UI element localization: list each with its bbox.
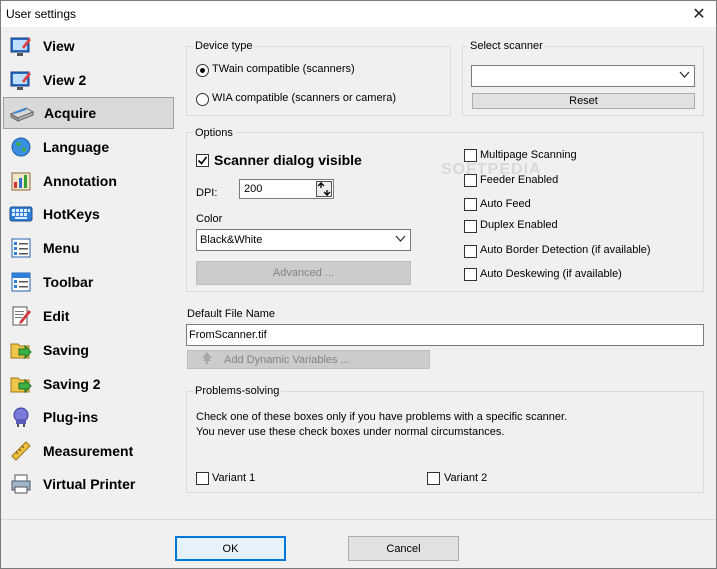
annotation-icon [9, 169, 33, 193]
advanced-button[interactable]: Advanced ... [196, 261, 411, 285]
sidebar-item-label: Toolbar [43, 274, 94, 290]
toolbar-icon [9, 270, 33, 294]
wia-radio[interactable] [196, 93, 209, 106]
tree-icon [200, 351, 214, 368]
sidebar-item-label: View 2 [43, 72, 87, 88]
variant-2-label: Variant 2 [444, 472, 488, 484]
sidebar-item-edit[interactable]: Edit [3, 300, 174, 332]
sidebar: View View 2 Acquire Language Annotation [1, 27, 176, 519]
check-icon [197, 156, 208, 165]
feeder-enabled-label: Feeder Enabled [480, 174, 559, 186]
sidebar-item-menu[interactable]: Menu [3, 232, 174, 264]
chevron-down-icon [395, 233, 406, 247]
dpi-stepper[interactable]: 200 [239, 179, 334, 199]
cancel-button[interactable]: Cancel [348, 536, 459, 561]
sidebar-item-label: Plug-ins [43, 409, 99, 425]
file-name-value: FromScanner.tif [189, 329, 267, 341]
scanner-dialog-checkbox[interactable] [196, 154, 209, 167]
color-label: Color [196, 213, 223, 225]
variant-1-checkbox[interactable] [196, 472, 209, 485]
sidebar-item-view-2[interactable]: View 2 [3, 64, 174, 96]
globe-icon [9, 135, 33, 159]
spin-arrows-icon[interactable] [316, 181, 332, 197]
feeder-enabled-checkbox[interactable] [464, 174, 477, 187]
chevron-down-icon [679, 69, 690, 83]
sidebar-item-label: Saving [43, 342, 89, 358]
sidebar-item-virtual-printer[interactable]: Virtual Printer [3, 468, 174, 500]
sidebar-item-view[interactable]: View [3, 30, 174, 62]
wia-label: WIA compatible (scanners or camera) [212, 92, 397, 104]
sidebar-item-annotation[interactable]: Annotation [3, 165, 174, 197]
add-dynamic-variables-button[interactable]: Add Dynamic Variables ... [187, 350, 430, 369]
printer-icon [9, 472, 33, 496]
variant-2-checkbox[interactable] [427, 472, 440, 485]
variant-1-label: Variant 1 [212, 472, 256, 484]
ok-button[interactable]: OK [175, 536, 286, 561]
sidebar-item-toolbar[interactable]: Toolbar [3, 266, 174, 298]
auto-border-checkbox[interactable] [464, 245, 477, 258]
sidebar-item-language[interactable]: Language [3, 131, 174, 163]
close-icon[interactable]: ✕ [682, 1, 716, 27]
auto-feed-checkbox[interactable] [464, 198, 477, 211]
monitor-pencil-icon [9, 68, 33, 92]
scanner-dialog-label: Scanner dialog visible [214, 152, 362, 168]
menu-list-icon [9, 236, 33, 260]
sidebar-item-saving[interactable]: Saving [3, 334, 174, 366]
dialog-footer: OK Cancel [1, 519, 716, 568]
problems-line-2: You never use these check boxes under no… [196, 426, 505, 438]
user-settings-window: User settings ✕ View View 2 Acquire Lang… [0, 0, 717, 569]
sidebar-item-label: Saving 2 [43, 376, 101, 392]
duplex-enabled-checkbox[interactable] [464, 220, 477, 233]
sidebar-item-label: Edit [43, 308, 70, 324]
edit-document-icon [9, 304, 33, 328]
folder-arrow-icon [9, 338, 33, 362]
auto-border-label: Auto Border Detection (if available) [480, 244, 651, 256]
scanner-icon [10, 101, 34, 125]
auto-feed-label: Auto Feed [480, 198, 531, 210]
multipage-checkbox[interactable] [464, 149, 477, 162]
folder-arrow-icon [9, 372, 33, 396]
dpi-label: DPI: [196, 187, 218, 199]
monitor-pencil-icon [9, 34, 33, 58]
problems-line-1: Check one of these boxes only if you hav… [196, 411, 568, 423]
ruler-icon [9, 439, 33, 463]
color-dropdown[interactable]: Black&White [196, 229, 411, 251]
acquire-settings-panel: SOFTPEDIA Device type TWain compatible (… [176, 27, 716, 519]
sidebar-item-label: Measurement [43, 443, 134, 459]
sidebar-item-label: Virtual Printer [43, 476, 136, 492]
sidebar-item-label: Menu [43, 240, 80, 256]
window-title: User settings [6, 7, 77, 21]
twain-radio[interactable] [196, 64, 209, 77]
sidebar-item-plug-ins[interactable]: Plug-ins [3, 401, 174, 433]
device-type-group [186, 46, 451, 116]
auto-deskew-checkbox[interactable] [464, 268, 477, 281]
sidebar-item-label: Language [43, 139, 110, 155]
add-dynamic-variables-label: Add Dynamic Variables ... [224, 353, 350, 366]
device-type-title: Device type [193, 40, 255, 52]
color-dropdown-value: Black&White [200, 234, 263, 246]
sidebar-item-label: HotKeys [43, 206, 100, 222]
multipage-label: Multipage Scanning [480, 149, 577, 161]
sidebar-item-label: Annotation [43, 173, 117, 189]
problems-solving-title: Problems-solving [193, 385, 282, 397]
keyboard-icon [9, 202, 33, 226]
scanner-dropdown[interactable] [471, 65, 695, 87]
auto-deskew-label: Auto Deskewing (if available) [480, 268, 622, 280]
dpi-value: 200 [244, 183, 263, 195]
options-title: Options [193, 127, 235, 139]
sidebar-item-measurement[interactable]: Measurement [3, 435, 174, 467]
title-bar: User settings ✕ [1, 1, 716, 27]
twain-label: TWain compatible (scanners) [212, 63, 355, 75]
file-name-label: Default File Name [187, 308, 276, 320]
sidebar-item-label: View [43, 38, 75, 54]
sidebar-item-acquire[interactable]: Acquire [3, 97, 174, 129]
file-name-input[interactable]: FromScanner.tif [186, 324, 704, 346]
select-scanner-title: Select scanner [468, 40, 545, 52]
sidebar-item-saving-2[interactable]: Saving 2 [3, 368, 174, 400]
plug-in-icon [9, 405, 33, 429]
sidebar-item-label: Acquire [44, 105, 97, 121]
sidebar-item-hotkeys[interactable]: HotKeys [3, 198, 174, 230]
duplex-enabled-label: Duplex Enabled [480, 219, 558, 231]
reset-button[interactable]: Reset [472, 93, 695, 109]
